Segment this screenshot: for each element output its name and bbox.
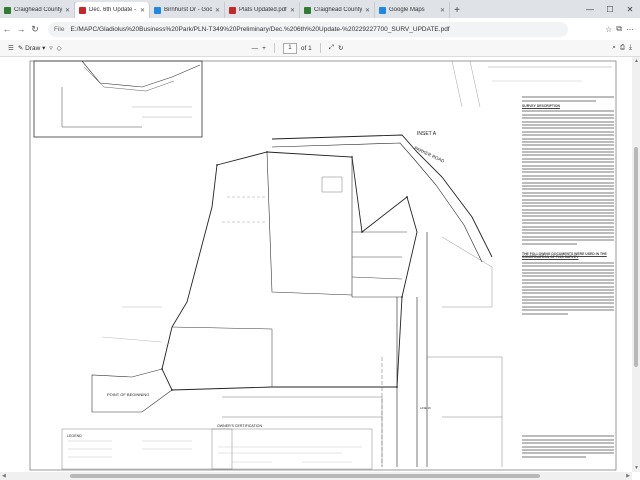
search-icon[interactable]: ⌕ <box>612 44 616 52</box>
inset-label: INSET A <box>417 131 437 137</box>
tab-bar: Craighead County GIS ✕ Dec. 6th Update -… <box>0 0 640 18</box>
tab-label: Craighead County GIS <box>14 7 62 13</box>
pdf-icon <box>79 6 86 14</box>
legend-heading: LEGEND <box>67 434 82 438</box>
forward-icon[interactable]: → <box>14 20 28 38</box>
close-icon[interactable]: ✕ <box>290 7 295 14</box>
close-icon[interactable]: ✕ <box>65 7 70 14</box>
contents-icon[interactable]: ☰ <box>8 44 14 52</box>
star-icon[interactable]: ☆ <box>605 25 612 34</box>
survey-description-heading: SURVEY DESCRIPTION <box>522 103 560 108</box>
refresh-icon[interactable]: ↻ <box>28 20 42 38</box>
horizontal-scroll-thumb[interactable] <box>70 474 540 478</box>
zoom-out-icon[interactable]: — <box>252 45 259 52</box>
highlight-icon[interactable]: ▿ <box>49 44 52 52</box>
pdf-icon <box>229 6 236 14</box>
tab-google-maps[interactable]: Google Maps ✕ <box>375 2 450 18</box>
extensions-icon[interactable]: ⧉ <box>616 24 622 34</box>
documents-heading: THE FOLLOWING DOCUMENTS WERE USED IN THE… <box>522 251 607 260</box>
scroll-right-icon[interactable]: ▶ <box>626 473 630 479</box>
maps-icon <box>154 6 161 14</box>
owners-certification-heading: OWNER'S CERTIFICATION <box>217 424 262 428</box>
page-total: of 1 <box>300 44 312 52</box>
rotate-icon[interactable]: ↻ <box>338 44 343 52</box>
scroll-down-icon[interactable]: ▼ <box>634 465 639 471</box>
pdf-toolbar: ☰ ✎ Draw ▾ ▿ ◇ — + 1 of 1 ⤢ ↻ ⌕ ⎙ ⤓ <box>0 40 640 57</box>
vertical-scrollbar[interactable]: ▲ ▼ <box>632 57 640 472</box>
maximize-icon[interactable]: ☐ <box>600 0 620 18</box>
tab-label: Craighead County GIS <box>314 7 362 13</box>
close-window-icon[interactable]: ✕ <box>620 0 640 18</box>
new-tab-button[interactable]: + <box>450 2 464 18</box>
file-label: File <box>54 25 65 33</box>
eraser-icon[interactable]: ◇ <box>57 44 62 52</box>
draw-label: Draw <box>25 45 41 52</box>
scroll-up-icon[interactable]: ▲ <box>634 58 639 64</box>
fit-page-icon[interactable]: ⤢ <box>329 44 334 52</box>
save-icon[interactable]: ⤓ <box>629 44 632 52</box>
vertical-scroll-thumb[interactable] <box>634 147 638 367</box>
tab-label: Birnhurst Dr - Google Maps <box>164 7 212 13</box>
tab-label: Plats Updated.pdf <box>239 7 287 13</box>
address-bar: ← → ↻ File E:/MAPC/Gladiolus%20Business%… <box>0 18 640 41</box>
scroll-left-icon[interactable]: ◀ <box>2 473 6 479</box>
close-icon[interactable]: ✕ <box>365 7 370 14</box>
maps-icon <box>379 6 386 14</box>
pdf-page: INSET A PARKER ROAD POINT OF BEGINNING O… <box>22 57 618 472</box>
window-controls: — ☐ ✕ <box>580 0 640 18</box>
tab-plats-updated-pdf[interactable]: Plats Updated.pdf ✕ <box>225 2 300 18</box>
back-icon[interactable]: ← <box>0 20 14 38</box>
tab-label: Dec. 6th Update - 2292779... <box>89 7 137 13</box>
menu-icon[interactable]: ⋯ <box>626 25 634 34</box>
zoom-in-icon[interactable]: + <box>262 45 266 52</box>
page-number-input[interactable]: 1 <box>282 42 297 54</box>
print-icon[interactable]: ⎙ <box>620 44 625 52</box>
horizontal-scrollbar[interactable]: ◀ ▶ <box>0 472 632 480</box>
minimize-icon[interactable]: — <box>580 0 600 18</box>
pdf-viewer[interactable]: INSET A PARKER ROAD POINT OF BEGINNING O… <box>0 57 640 472</box>
point-of-beginning-label: POINT OF BEGINNING <box>107 392 149 397</box>
tab-label: Google Maps <box>389 7 425 13</box>
gis-icon <box>4 6 11 14</box>
tab-craighead-gis-1[interactable]: Craighead County GIS ✕ <box>0 2 75 18</box>
tab-birnhurst-maps[interactable]: Birnhurst Dr - Google Maps ✕ <box>150 2 225 18</box>
tab-craighead-gis-2[interactable]: Craighead County GIS ✕ <box>300 2 375 18</box>
close-icon[interactable]: ✕ <box>215 7 220 14</box>
draw-button[interactable]: ✎ Draw ▾ <box>18 44 46 52</box>
close-icon[interactable]: ✕ <box>440 7 445 14</box>
road-label: PARKER ROAD <box>414 145 446 164</box>
url-input[interactable]: File E:/MAPC/Gladiolus%20Business%20Park… <box>48 21 568 37</box>
close-icon[interactable]: ✕ <box>140 7 145 14</box>
url-text: E:/MAPC/Gladiolus%20Business%20Park/PLN-… <box>70 25 450 33</box>
line-label: LINE 16 <box>420 406 431 410</box>
gis-icon <box>304 6 311 14</box>
survey-notes: SURVEY DESCRIPTION THE FOLLOWING DOCUMEN… <box>522 95 614 459</box>
tab-dec-update-pdf[interactable]: Dec. 6th Update - 2292779... ✕ <box>75 2 150 18</box>
